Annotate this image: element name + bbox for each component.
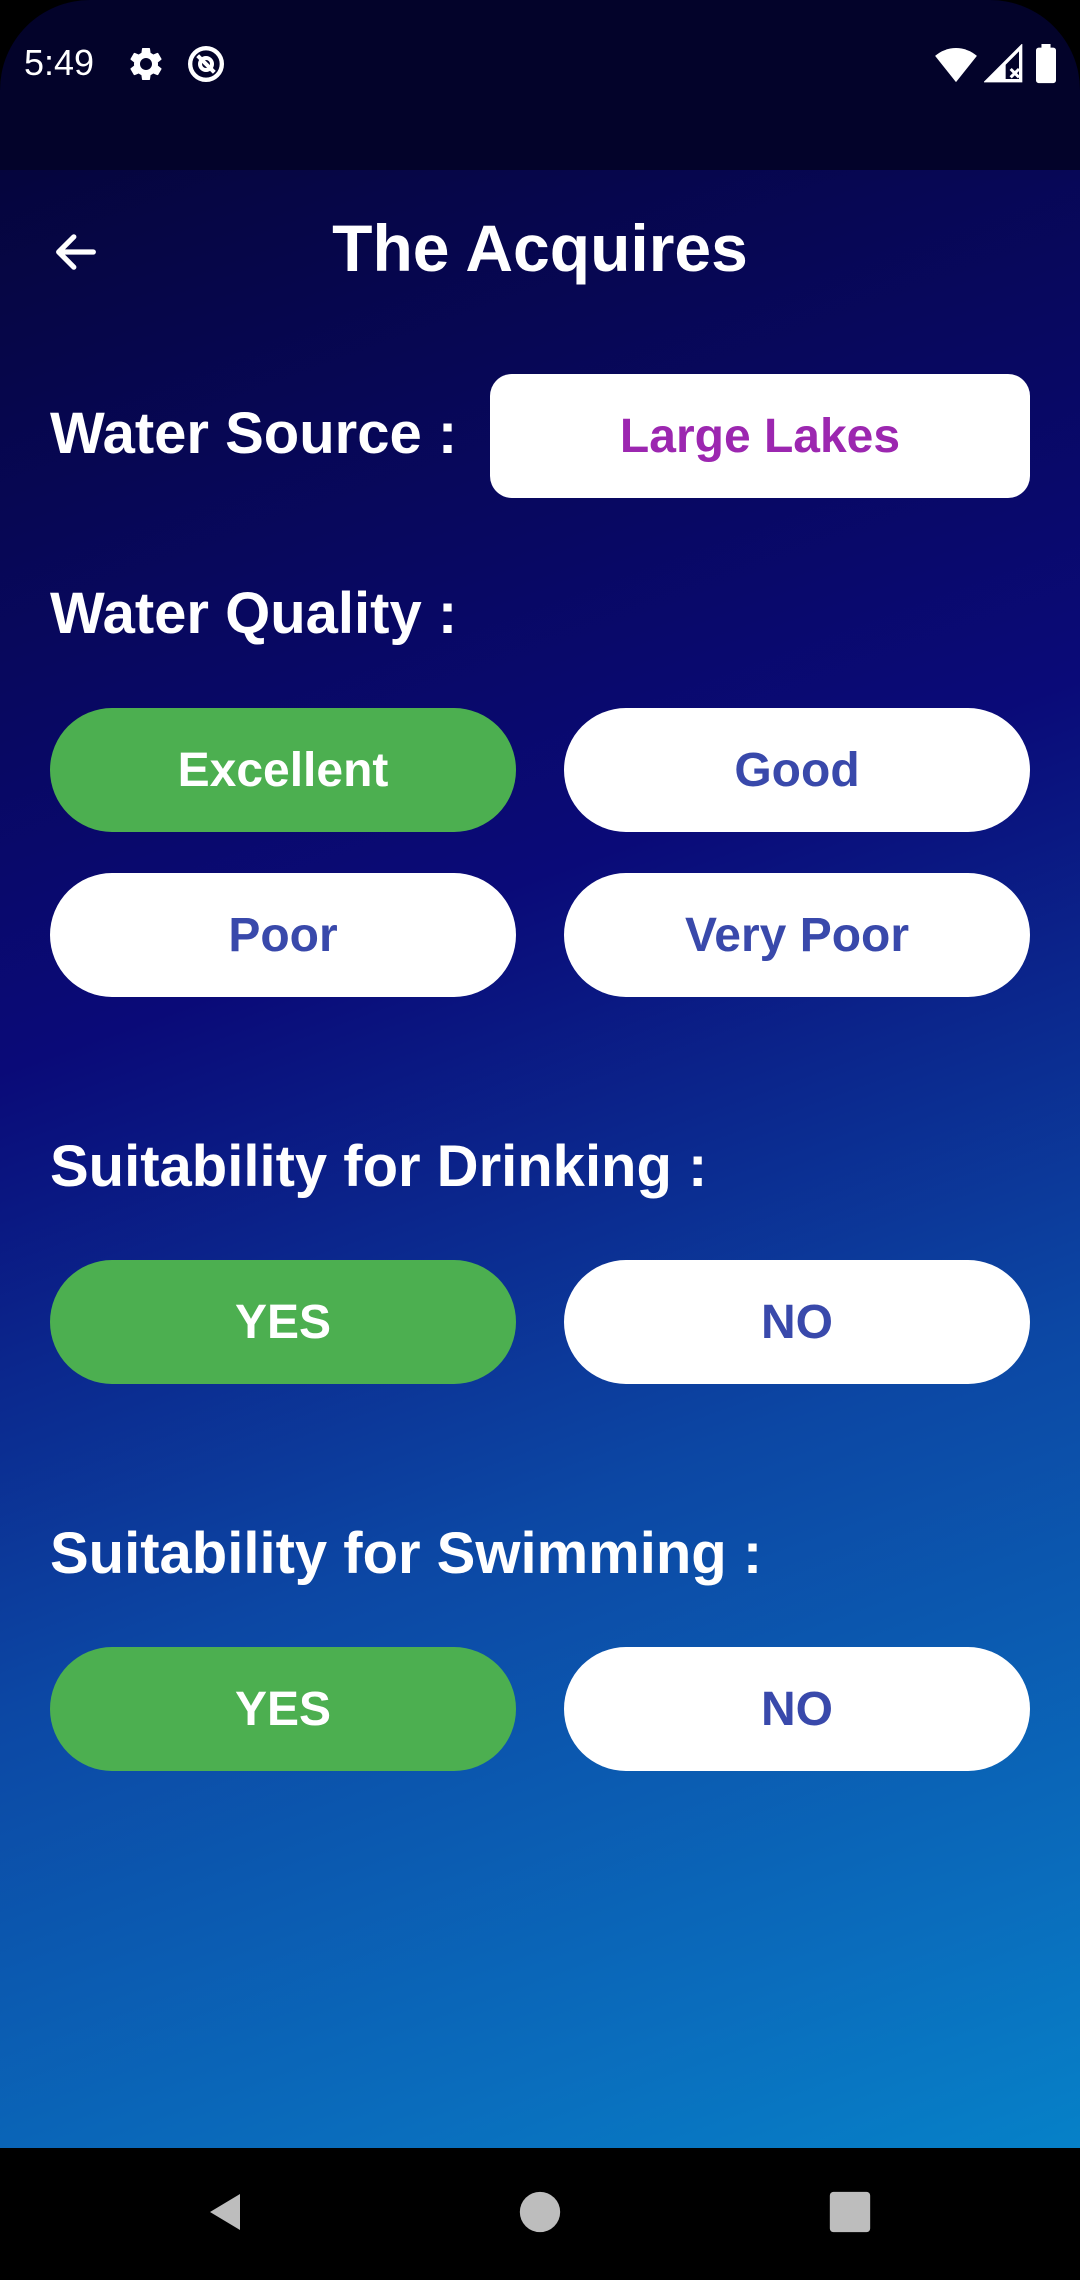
navigation-bar [0,2148,1080,2280]
quality-poor-button[interactable]: Poor [50,873,516,997]
quality-very-poor-button[interactable]: Very Poor [564,873,1030,997]
swimming-label: Suitability for Swimming : [50,1521,763,1586]
water-quality-label: Water Quality : [50,581,458,646]
gear-icon [126,44,166,84]
swimming-no-button[interactable]: NO [564,1647,1030,1771]
drinking-label: Suitability for Drinking : [50,1134,708,1199]
swimming-yes-button[interactable]: YES [50,1647,516,1771]
back-triangle-icon [202,2188,250,2241]
home-circle-icon [518,2190,562,2239]
quality-good-button[interactable]: Good [564,708,1030,832]
phone-screen: 5:49 The Acquires Water Source: Large L… [0,0,1080,2280]
nav-recents-button[interactable] [814,2178,886,2250]
app-content: The Acquires Water Source : Large Lakes … [0,170,1080,2148]
battery-icon [1034,44,1058,84]
status-bar: 5:49 [0,0,1080,170]
page-title: The Acquires [332,211,748,285]
water-source-value[interactable]: Large Lakes [490,374,1030,498]
signal-icon [983,43,1024,84]
at-sign-icon [186,44,226,84]
quality-excellent-button[interactable]: Excellent [50,708,516,832]
status-time: 5:49 [24,42,95,83]
drinking-yes-button[interactable]: YES [50,1260,516,1384]
water-source-label: Water Source : [50,401,458,466]
nav-back-button[interactable] [190,2178,262,2250]
nav-home-button[interactable] [504,2178,576,2250]
recents-square-icon [828,2190,872,2239]
drinking-no-button[interactable]: NO [564,1260,1030,1384]
wifi-icon [934,44,978,84]
